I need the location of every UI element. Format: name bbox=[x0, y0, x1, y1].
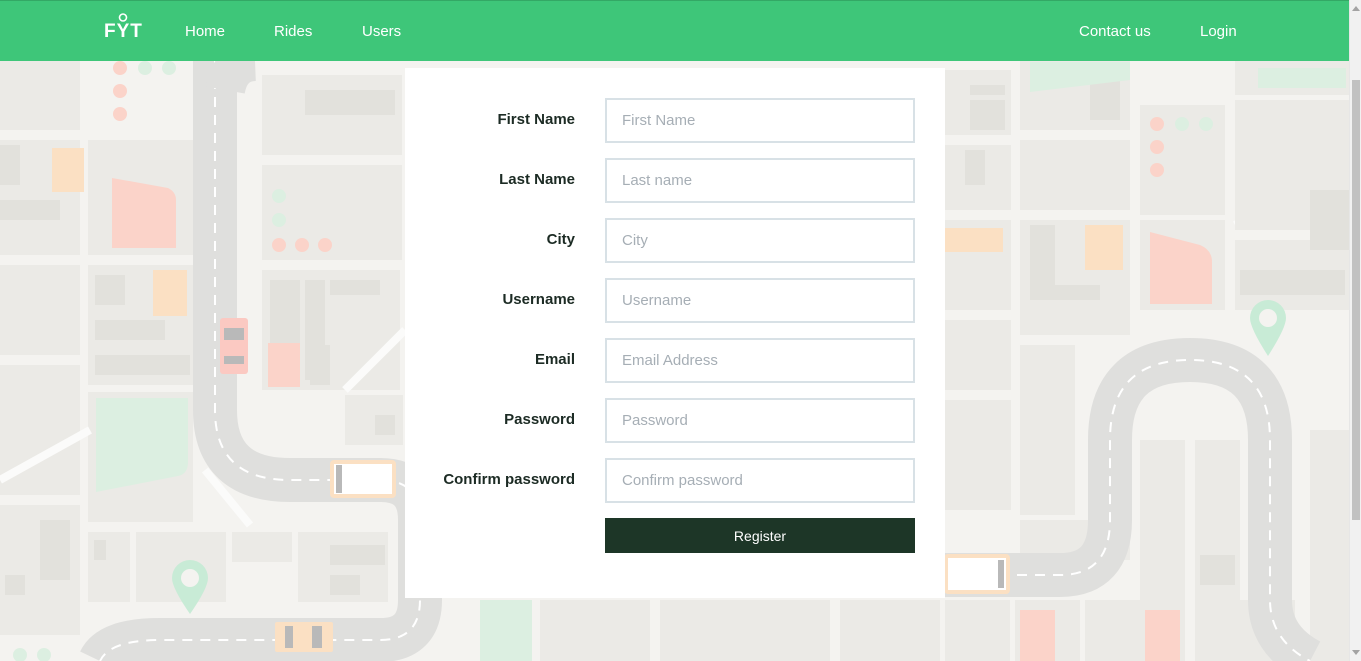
first-name-row: First Name bbox=[405, 98, 945, 143]
page-scrollbar[interactable] bbox=[1349, 0, 1361, 661]
nav-login-link[interactable]: Login bbox=[1200, 23, 1237, 40]
city-label: City bbox=[546, 231, 575, 248]
scroll-up-arrow-icon[interactable] bbox=[1352, 6, 1360, 11]
city-input[interactable] bbox=[605, 218, 915, 263]
confirm-password-row: Confirm password bbox=[405, 458, 945, 503]
first-name-label: First Name bbox=[497, 111, 575, 128]
confirm-password-input[interactable] bbox=[605, 458, 915, 503]
register-button[interactable]: Register bbox=[605, 518, 915, 553]
email-label: Email bbox=[534, 351, 575, 368]
nav-users-link[interactable]: Users bbox=[362, 23, 401, 40]
nav-home-link[interactable]: Home bbox=[185, 23, 225, 40]
password-input[interactable] bbox=[605, 398, 915, 443]
nav-rides-link[interactable]: Rides bbox=[274, 23, 312, 40]
map-pin-icon bbox=[118, 13, 128, 22]
city-row: City bbox=[405, 218, 945, 263]
last-name-row: Last Name bbox=[405, 158, 945, 203]
password-label: Password bbox=[504, 411, 575, 428]
email-row: Email bbox=[405, 338, 945, 383]
last-name-input[interactable] bbox=[605, 158, 915, 203]
brand-logo[interactable]: FYT bbox=[104, 13, 148, 42]
scroll-down-arrow-icon[interactable] bbox=[1352, 650, 1360, 655]
first-name-input[interactable] bbox=[605, 98, 915, 143]
last-name-label: Last Name bbox=[499, 171, 575, 188]
confirm-password-label: Confirm password bbox=[443, 471, 575, 488]
email-input[interactable] bbox=[605, 338, 915, 383]
username-input[interactable] bbox=[605, 278, 915, 323]
username-row: Username bbox=[405, 278, 945, 323]
password-row: Password bbox=[405, 398, 945, 443]
nav-contact-link[interactable]: Contact us bbox=[1079, 23, 1151, 40]
username-label: Username bbox=[502, 291, 575, 308]
scroll-thumb[interactable] bbox=[1352, 80, 1360, 520]
register-form: First Name Last Name City Username Email… bbox=[405, 68, 945, 598]
top-navbar: FYT Home Rides Users Contact us Login bbox=[0, 0, 1349, 61]
